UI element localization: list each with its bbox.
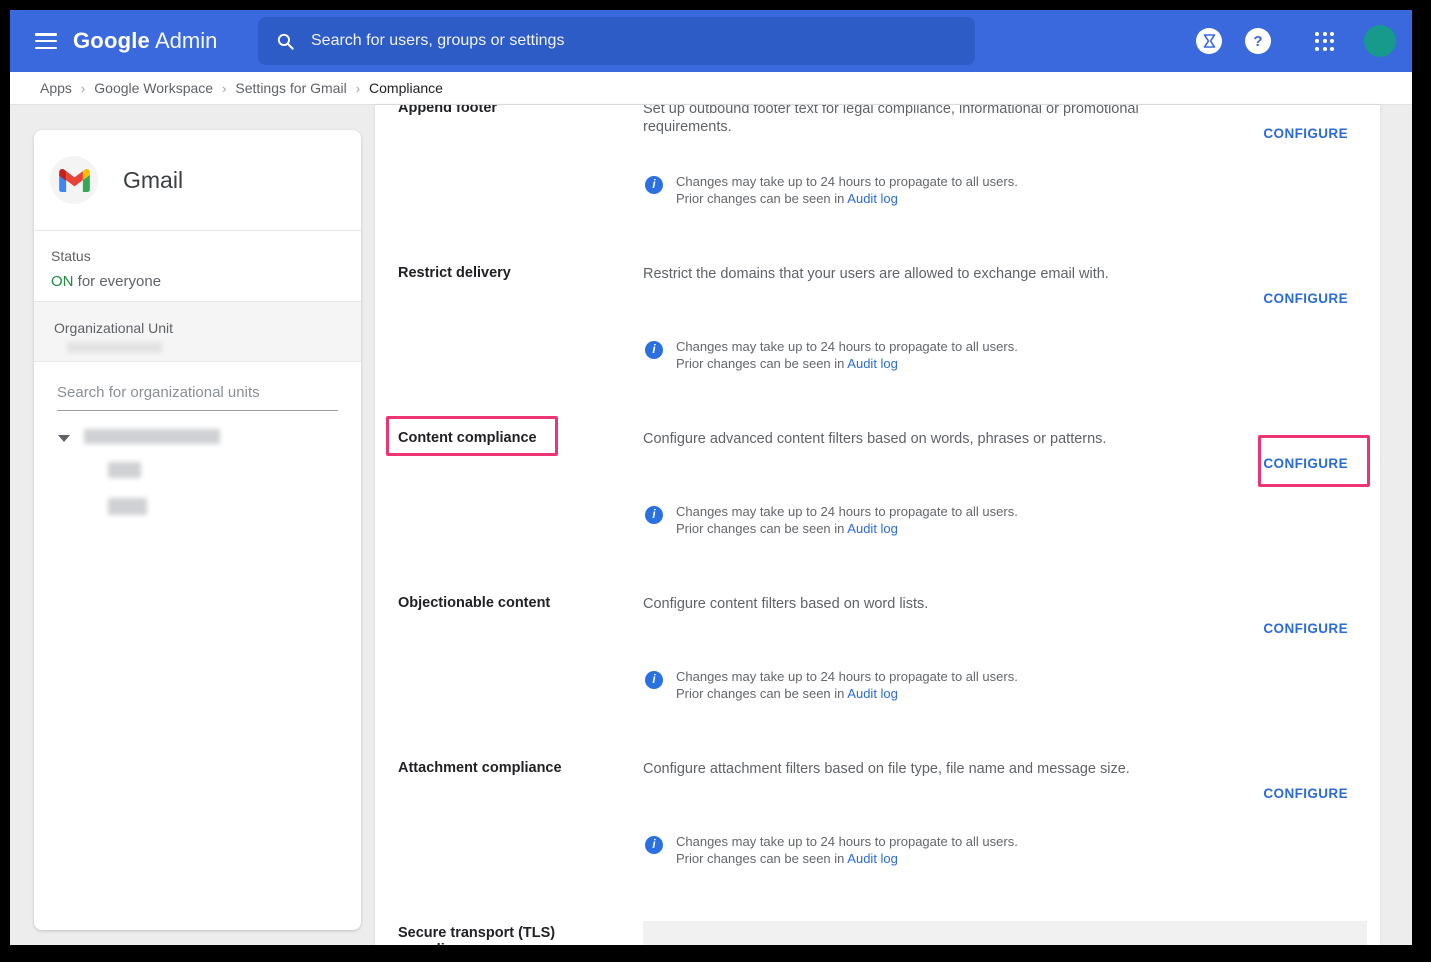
audit-log-link[interactable]: Audit log (847, 191, 898, 206)
breadcrumb: Apps › Google Workspace › Settings for G… (10, 72, 1412, 105)
compliance-settings-panel: Append footer Set up outbound footer tex… (375, 105, 1380, 945)
note-line1: Changes may take up to 24 hours to propa… (676, 173, 1018, 190)
status-label: Status (51, 248, 361, 264)
setting-row-secure-transport[interactable]: Secure transport (TLS) compliance (375, 925, 1380, 945)
org-unit-tree (34, 429, 361, 549)
breadcrumb-current: Compliance (369, 80, 443, 96)
note-line1: Changes may take up to 24 hours to propa… (676, 833, 1018, 850)
redacted-org-child[interactable] (108, 498, 147, 515)
help-icon[interactable]: ? (1245, 28, 1271, 54)
setting-description: Set up outbound footer text for legal co… (643, 105, 1230, 136)
setting-description: Configure advanced content filters based… (643, 430, 1230, 448)
configure-button[interactable]: CONFIGURE (1263, 456, 1348, 471)
configure-button[interactable]: CONFIGURE (1263, 291, 1348, 306)
apps-grid-icon[interactable] (1315, 32, 1334, 51)
propagation-note: i Changes may take up to 24 hours to pro… (645, 173, 1018, 207)
note-line1: Changes may take up to 24 hours to propa… (676, 503, 1018, 520)
propagation-note: i Changes may take up to 24 hours to pro… (645, 668, 1018, 702)
topbar-actions: ? (1196, 10, 1412, 72)
audit-log-link[interactable]: Audit log (847, 851, 898, 866)
breadcrumb-separator: › (81, 81, 85, 96)
brand-admin: Admin (155, 28, 217, 53)
gmail-settings-card: Gmail Status ON for everyone Organizatio… (34, 130, 361, 930)
row-hover-surface (643, 921, 1367, 945)
google-admin-logo[interactable]: GoogleAdmin (73, 28, 217, 54)
setting-description: Restrict the domains that your users are… (643, 265, 1230, 283)
app-title: Gmail (123, 167, 183, 194)
propagation-note: i Changes may take up to 24 hours to pro… (645, 338, 1018, 372)
breadcrumb-google-workspace[interactable]: Google Workspace (94, 80, 213, 96)
redacted-org-root[interactable] (84, 429, 220, 444)
info-icon: i (645, 671, 663, 689)
note-line1: Changes may take up to 24 hours to propa… (676, 668, 1018, 685)
note-line2: Prior changes can be seen in Audit log (676, 850, 1018, 867)
card-header: Gmail (34, 130, 361, 231)
breadcrumb-separator: › (222, 81, 226, 96)
info-icon: i (645, 836, 663, 854)
setting-row-restrict-delivery[interactable]: Restrict delivery Restrict the domains t… (375, 265, 1380, 430)
info-icon: i (645, 506, 663, 524)
help-glyph: ? (1253, 33, 1262, 50)
top-app-bar: GoogleAdmin ? (10, 10, 1412, 72)
status-on-badge: ON (51, 273, 74, 290)
setting-label: Content compliance (398, 430, 633, 447)
setting-row-objectionable-content[interactable]: Objectionable content Configure content … (375, 595, 1380, 760)
admin-console-window: GoogleAdmin ? Apps › (10, 10, 1412, 945)
note-line2: Prior changes can be seen in Audit log (676, 190, 1018, 207)
organizational-unit-section: Organizational Unit (34, 302, 361, 362)
global-search-input[interactable] (309, 31, 975, 51)
setting-description: Configure content filters based on word … (643, 595, 1230, 613)
configure-button[interactable]: CONFIGURE (1263, 126, 1348, 141)
global-search-bar[interactable] (258, 17, 975, 65)
redacted-org-child[interactable] (108, 462, 141, 478)
hourglass-icon[interactable] (1196, 28, 1222, 54)
note-line2: Prior changes can be seen in Audit log (676, 685, 1018, 702)
gmail-logo-icon (50, 156, 98, 204)
configure-button[interactable]: CONFIGURE (1263, 786, 1348, 801)
org-unit-search (57, 384, 338, 411)
setting-label: Secure transport (TLS) compliance (398, 925, 633, 945)
note-line2: Prior changes can be seen in Audit log (676, 520, 1018, 537)
avatar[interactable] (1364, 25, 1396, 57)
info-icon: i (645, 176, 663, 194)
setting-label: Attachment compliance (398, 760, 633, 777)
note-line1: Changes may take up to 24 hours to propa… (676, 338, 1018, 355)
setting-description: Configure attachment filters based on fi… (643, 760, 1230, 778)
audit-log-link[interactable]: Audit log (847, 521, 898, 536)
breadcrumb-apps[interactable]: Apps (40, 80, 72, 96)
org-unit-search-input[interactable] (57, 384, 338, 411)
redacted-text (67, 342, 162, 353)
setting-label: Append footer (398, 105, 633, 117)
menu-icon[interactable] (35, 33, 57, 49)
setting-row-attachment-compliance[interactable]: Attachment compliance Configure attachme… (375, 760, 1380, 925)
organizational-unit-label: Organizational Unit (54, 320, 173, 336)
info-icon: i (645, 341, 663, 359)
audit-log-link[interactable]: Audit log (847, 356, 898, 371)
brand-google: Google (73, 28, 150, 53)
propagation-note: i Changes may take up to 24 hours to pro… (645, 503, 1018, 537)
breadcrumb-settings-for-gmail[interactable]: Settings for Gmail (235, 80, 346, 96)
setting-row-append-footer[interactable]: Append footer Set up outbound footer tex… (375, 105, 1380, 265)
chevron-down-icon[interactable] (58, 435, 70, 442)
audit-log-link[interactable]: Audit log (847, 686, 898, 701)
status-value: ON for everyone (51, 273, 361, 290)
setting-row-content-compliance[interactable]: Content compliance Configure advanced co… (375, 430, 1380, 595)
configure-button[interactable]: CONFIGURE (1263, 621, 1348, 636)
status-section: Status ON for everyone (34, 231, 361, 302)
breadcrumb-separator: › (356, 81, 360, 96)
search-icon (276, 32, 295, 51)
propagation-note: i Changes may take up to 24 hours to pro… (645, 833, 1018, 867)
setting-label: Restrict delivery (398, 265, 633, 282)
setting-label: Objectionable content (398, 595, 633, 612)
note-line2: Prior changes can be seen in Audit log (676, 355, 1018, 372)
